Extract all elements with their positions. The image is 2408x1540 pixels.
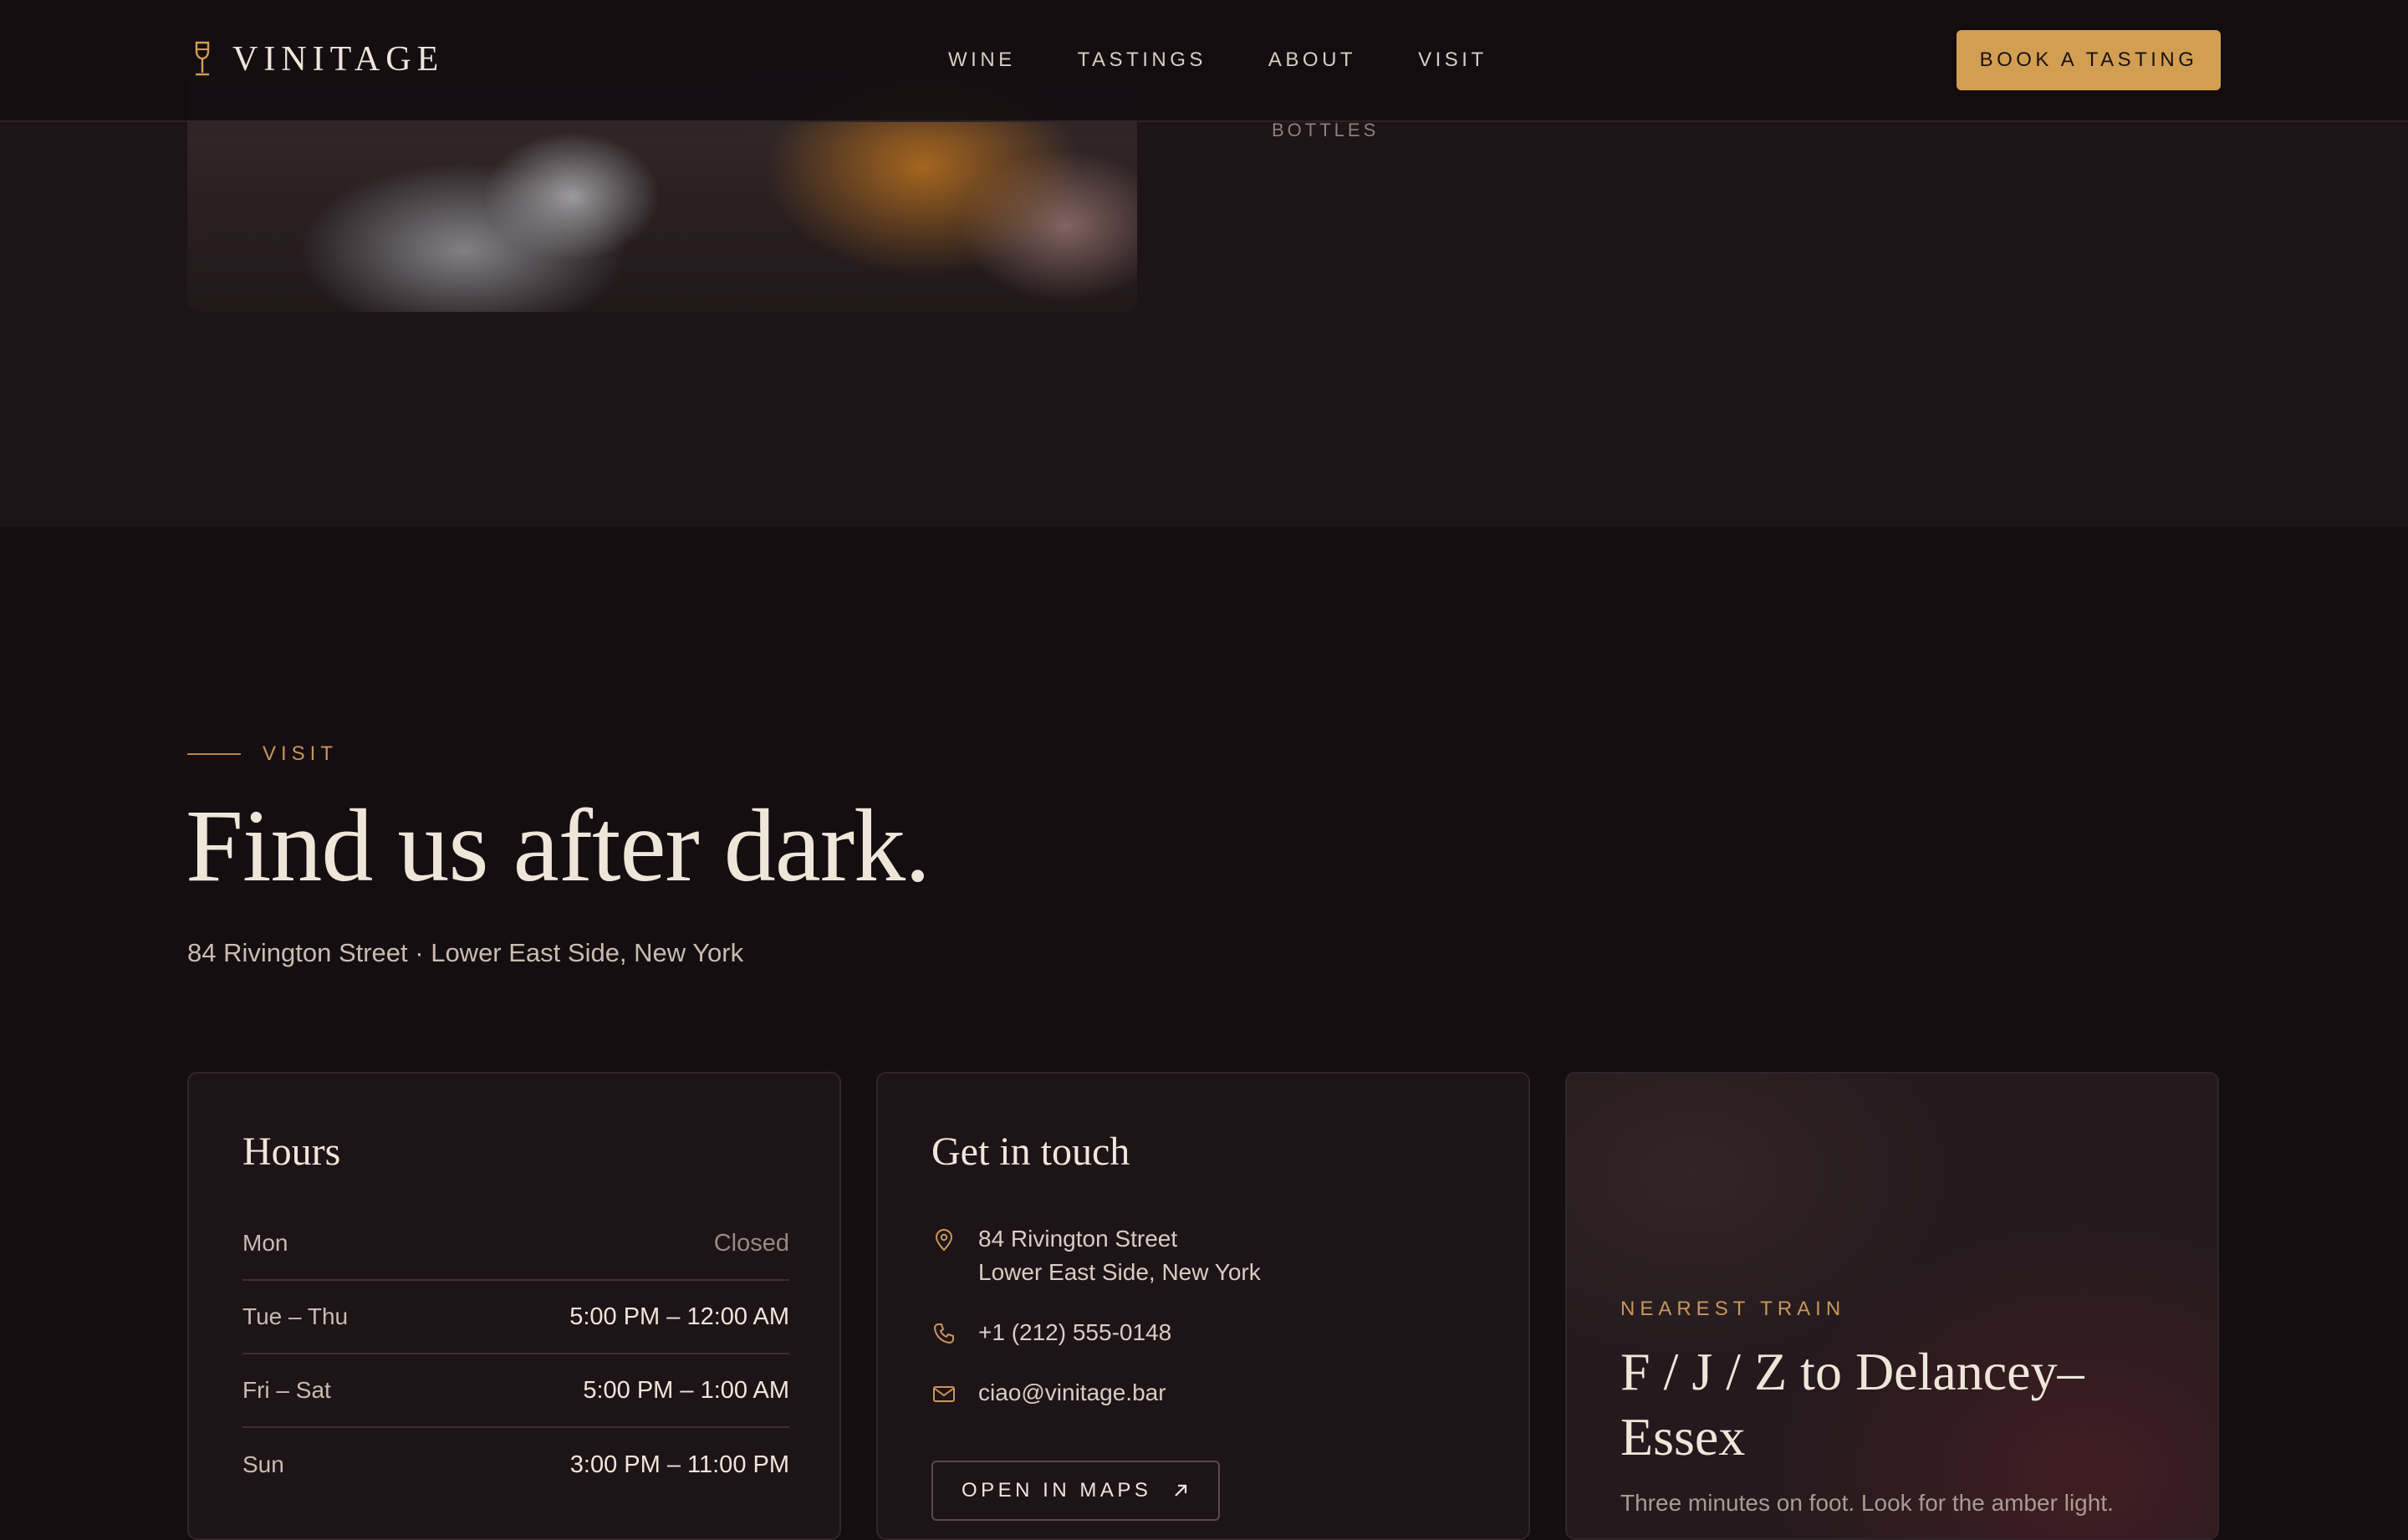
train-title: F / J / Z to Delancey–Essex [1620,1342,2084,1466]
hours-card: Hours Mon Closed Tue – Thu 5:00 PM – 12:… [187,1072,841,1540]
train-eyebrow: NEAREST TRAIN [1620,1298,1846,1320]
visit-address: 84 Rivington Street · Lower East Side, N… [187,938,744,967]
contact-title: Get in touch [931,1130,1130,1174]
contact-email[interactable]: ciao@vinitage.bar [931,1376,1261,1410]
hours-time: 3:00 PM – 11:00 PM [569,1451,789,1478]
contact-card: Get in touch 84 Rivington Street Lower E… [876,1072,1530,1540]
hours-row: Tue – Thu 5:00 PM – 12:00 AM [242,1281,789,1354]
site-header: VINITAGE WINE TASTINGS ABOUT VISIT BOOK … [0,0,2408,122]
hours-time: 5:00 PM – 12:00 AM [569,1303,789,1330]
address-line-1: 84 Rivington Street [978,1226,1178,1252]
book-tasting-button[interactable]: BOOK A TASTING [1956,30,2221,90]
hours-title: Hours [242,1130,341,1174]
maps-button-label: OPEN IN MAPS [962,1479,1152,1502]
open-in-maps-button[interactable]: OPEN IN MAPS [931,1461,1221,1521]
train-note: Three minutes on foot. Look for the ambe… [1620,1490,2114,1516]
hours-time: 5:00 PM – 1:00 AM [583,1376,789,1404]
nav-item-about[interactable]: ABOUT [1268,48,1356,72]
main-nav: WINE TASTINGS ABOUT VISIT [948,0,1549,120]
contact-list: 84 Rivington Street Lower East Side, New… [931,1222,1261,1410]
contact-address: 84 Rivington Street Lower East Side, New… [931,1222,1261,1289]
visit-headline: Find us after dark. [186,788,931,903]
arrow-up-right-icon [1175,1484,1187,1497]
wine-glass-icon [195,41,210,76]
hours-row: Mon Closed [242,1207,789,1281]
phone-number: +1 (212) 555-0148 [978,1319,1172,1345]
email-address: ciao@vinitage.bar [978,1379,1166,1405]
nav-item-tastings[interactable]: TASTINGS [1078,48,1207,72]
hours-time: Closed [713,1229,789,1257]
hours-row: Fri – Sat 5:00 PM – 1:00 AM [242,1354,789,1428]
hours-day: Fri – Sat [242,1377,331,1403]
nav-item-wine[interactable]: WINE [948,48,1016,72]
nav-item-visit[interactable]: VISIT [1418,48,1487,72]
phone-icon [934,1323,954,1344]
address-line-2: Lower East Side, New York [978,1259,1261,1285]
hours-day: Mon [242,1230,288,1256]
hours-row: Sun 3:00 PM – 11:00 PM [242,1428,789,1502]
map-pin-icon [935,1229,953,1252]
gallery-caption: BOTTLES [1272,120,1380,140]
hours-day: Tue – Thu [242,1303,349,1329]
hours-list: Mon Closed Tue – Thu 5:00 PM – 12:00 AM … [242,1207,789,1502]
eyebrow-rule [187,753,241,755]
brand-name: VINITAGE [232,40,445,79]
brand-logo[interactable]: VINITAGE [191,38,444,80]
contact-phone[interactable]: +1 (212) 555-0148 [931,1316,1261,1349]
hours-day: Sun [242,1451,284,1477]
eyebrow-label: VISIT [263,742,339,765]
mail-icon [933,1386,955,1402]
train-card: NEAREST TRAIN F / J / Z to Delancey–Esse… [1565,1072,2219,1540]
visit-eyebrow: VISIT [187,742,338,766]
